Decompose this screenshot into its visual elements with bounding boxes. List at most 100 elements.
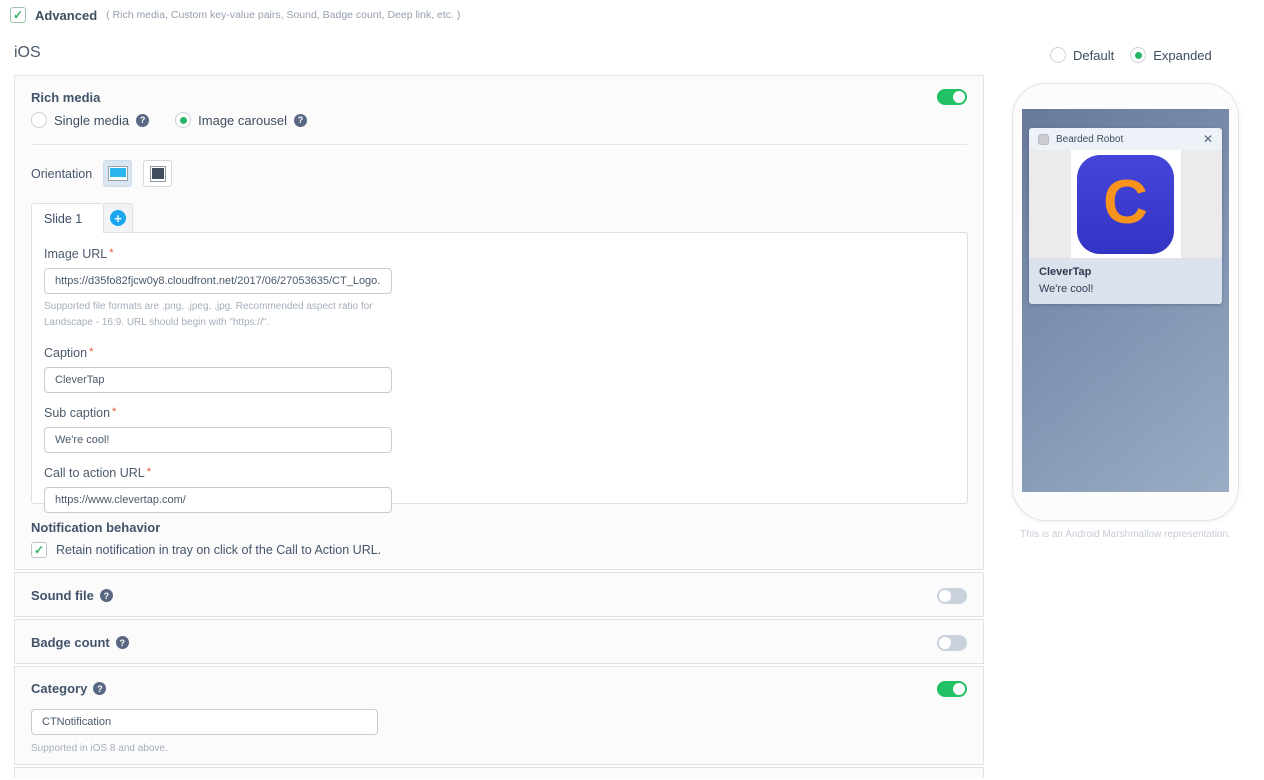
- category-title: Category ?: [31, 681, 107, 696]
- platform-heading: iOS: [14, 44, 41, 61]
- caption-label: Caption *: [44, 346, 94, 360]
- preview-mode-toggle: Default Expanded: [1050, 47, 1212, 63]
- logo-letter: C: [1103, 167, 1148, 237]
- app-name: Bearded Robot: [1056, 133, 1124, 145]
- category-input[interactable]: [31, 709, 378, 735]
- radio-dot: [1134, 51, 1142, 59]
- help-icon[interactable]: ?: [115, 636, 129, 649]
- add-slide-tab[interactable]: +: [104, 203, 133, 233]
- badge-count-section: Badge count ?: [14, 619, 984, 664]
- check-icon: ✓: [33, 543, 45, 557]
- preview-default-option[interactable]: Default: [1050, 47, 1114, 63]
- radio-expanded-label: Expanded: [1153, 47, 1212, 63]
- sound-file-title: Sound file ?: [31, 588, 113, 603]
- help-icon[interactable]: ?: [99, 589, 113, 602]
- plus-icon: +: [110, 210, 126, 226]
- retain-notification-label: Retain notification in tray on click of …: [56, 543, 382, 557]
- retain-notification-checkbox[interactable]: ✓: [31, 542, 47, 558]
- badge-count-toggle[interactable]: [937, 635, 967, 651]
- notification-behavior-title: Notification behavior: [31, 520, 160, 535]
- help-icon[interactable]: ?: [136, 113, 150, 127]
- sub-caption-input[interactable]: [44, 427, 392, 453]
- sound-file-title-text: Sound file: [31, 588, 94, 603]
- notification-caption: CleverTap: [1039, 266, 1092, 278]
- image-url-label: Image URL *: [44, 247, 114, 261]
- preview-expanded-option[interactable]: Expanded: [1130, 47, 1212, 63]
- radio-expanded[interactable]: [1130, 47, 1147, 63]
- advanced-label: Advanced: [35, 7, 98, 23]
- sub-caption-group: Sub caption *: [44, 406, 955, 453]
- settings-sections: Rich media Single media ? Image carousel…: [14, 75, 984, 780]
- toggle-knob: [953, 683, 965, 695]
- phone-screen: Bearded Robot ✕ C CleverTap We're cool!: [1022, 109, 1229, 492]
- sound-file-section: Sound file ?: [14, 572, 984, 617]
- orientation-label: Orientation: [31, 166, 93, 181]
- radio-single-media[interactable]: [31, 112, 47, 128]
- sound-file-toggle[interactable]: [937, 588, 967, 604]
- image-url-group: Image URL* Supported file formats are .p…: [44, 247, 955, 330]
- landscape-icon: [107, 166, 128, 181]
- slide-tabs: Slide 1 +: [31, 203, 133, 233]
- notification-footer: CleverTap We're cool!: [1029, 258, 1222, 304]
- advanced-note: ( Rich media, Custom key-value pairs, So…: [106, 9, 461, 21]
- media-type-radios: Single media ? Image carousel ?: [31, 112, 308, 128]
- cta-url-group: Call to action URL *: [44, 466, 955, 513]
- image-carousel-label: Image carousel: [198, 112, 288, 128]
- radio-default[interactable]: [1050, 47, 1066, 63]
- notification-preview-card: Bearded Robot ✕ C CleverTap We're cool!: [1029, 128, 1222, 304]
- portrait-icon: [149, 165, 166, 182]
- image-url-input[interactable]: [44, 268, 392, 294]
- cta-url-input[interactable]: [44, 487, 392, 513]
- badge-count-title: Badge count ?: [31, 635, 129, 650]
- clevertap-logo: C: [1077, 154, 1174, 254]
- rich-media-title-text: Rich media: [31, 90, 101, 105]
- advanced-checkbox[interactable]: ✓: [10, 7, 26, 23]
- orientation-row: Orientation: [31, 160, 173, 187]
- phone-preview: Bearded Robot ✕ C CleverTap We're cool!: [1012, 83, 1239, 521]
- slide-1-panel: Image URL* Supported file formats are .p…: [31, 232, 968, 513]
- retain-notification-row: ✓ Retain notification in tray on click o…: [31, 542, 381, 558]
- check-icon: ✓: [12, 8, 24, 22]
- tab-slide-1[interactable]: Slide 1: [31, 203, 104, 233]
- toggle-knob: [939, 590, 951, 602]
- category-title-text: Category: [31, 681, 88, 696]
- required-asterisk: *: [112, 406, 117, 418]
- notification-image: C: [1070, 150, 1181, 258]
- required-asterisk: *: [89, 346, 94, 358]
- sub-caption-label: Sub caption *: [44, 406, 117, 420]
- single-media-option[interactable]: Single media ?: [31, 112, 150, 128]
- rich-media-section: Rich media Single media ? Image carousel…: [14, 75, 984, 570]
- required-asterisk: *: [109, 247, 114, 259]
- image-url-help: Supported file formats are .png, .jpeg, …: [44, 301, 373, 328]
- divider: [31, 144, 967, 145]
- toggle-knob: [939, 637, 951, 649]
- single-media-label: Single media: [54, 112, 130, 128]
- image-carousel-option[interactable]: Image carousel ?: [175, 112, 308, 128]
- toggle-knob: [953, 91, 965, 103]
- app-icon: [1038, 133, 1049, 145]
- notification-header: Bearded Robot ✕: [1029, 128, 1222, 150]
- required-asterisk: *: [146, 466, 152, 478]
- caption-group: Caption *: [44, 346, 955, 393]
- orientation-landscape-button[interactable]: [103, 160, 133, 187]
- badge-count-title-text: Badge count: [31, 635, 110, 650]
- notification-sub-caption: We're cool!: [1039, 283, 1094, 295]
- category-section: Category ? Supported in iOS 8 and above.: [14, 666, 984, 765]
- advanced-row: ✓ Advanced ( Rich media, Custom key-valu…: [10, 7, 460, 23]
- notification-behavior-title-text: Notification behavior: [31, 520, 161, 535]
- close-icon[interactable]: ✕: [1203, 133, 1213, 145]
- category-toggle[interactable]: [937, 681, 967, 697]
- rich-media-title: Rich media: [31, 90, 100, 105]
- help-icon[interactable]: ?: [294, 113, 308, 127]
- radio-dot: [179, 116, 187, 124]
- radio-image-carousel[interactable]: [175, 112, 192, 128]
- rich-media-toggle[interactable]: [937, 89, 967, 105]
- tab-slide-1-label: Slide 1: [44, 211, 83, 226]
- caption-input[interactable]: [44, 367, 392, 393]
- preview-footnote: This is an Android Marshmallow represent…: [1020, 529, 1231, 540]
- orientation-portrait-button[interactable]: [143, 160, 173, 187]
- help-icon[interactable]: ?: [93, 682, 107, 695]
- radio-default-label: Default: [1073, 47, 1115, 63]
- next-section-partial: [14, 767, 984, 778]
- category-help: Supported in iOS 8 and above.: [31, 743, 168, 754]
